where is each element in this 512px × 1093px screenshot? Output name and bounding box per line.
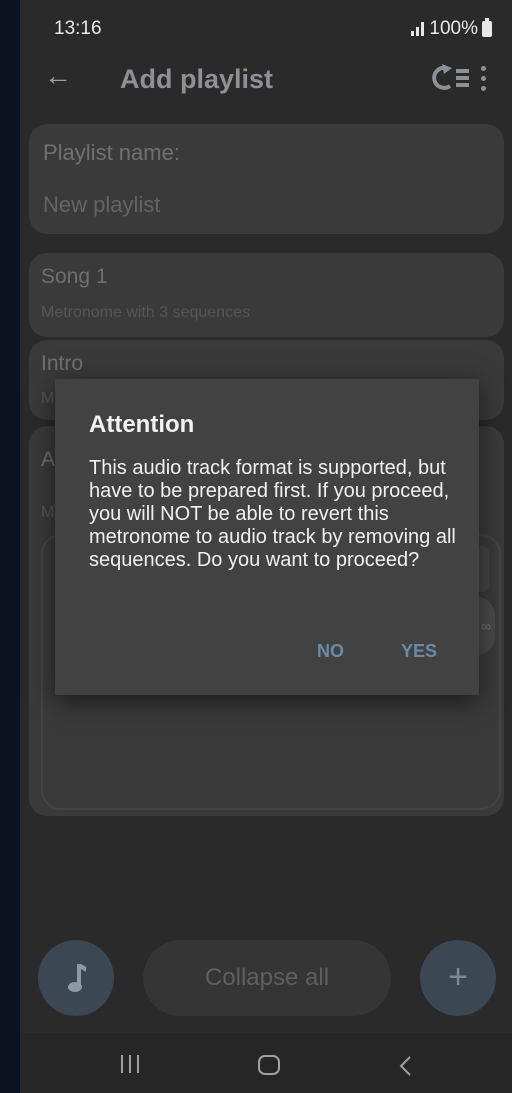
attention-dialog: Attention This audio track format is sup… — [55, 379, 479, 695]
dialog-message: This audio track format is supported, bu… — [89, 457, 456, 571]
no-button[interactable]: NO — [317, 641, 344, 662]
dialog-title: Attention — [89, 411, 195, 438]
screen-background: 13:16 100% ← Add playlist Playlist name:… — [0, 0, 512, 1093]
yes-button[interactable]: YES — [401, 641, 437, 662]
phone-screen: 13:16 100% ← Add playlist Playlist name:… — [20, 0, 512, 1093]
